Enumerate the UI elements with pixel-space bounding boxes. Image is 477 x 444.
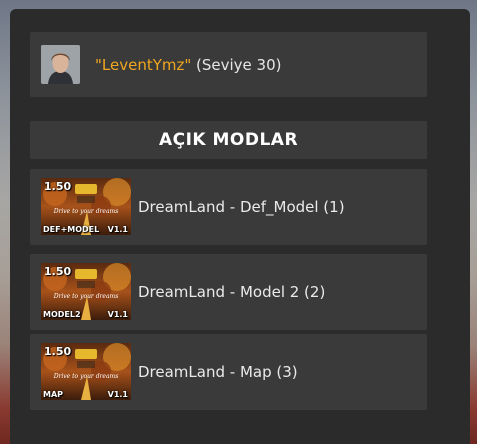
- thumb-version: 1.50: [44, 345, 72, 358]
- mod-item-2[interactable]: Drive to your dreams 1.50 MODEL2 V1.1 Dr…: [30, 254, 427, 330]
- profile-text: "LeventYmz" (Seviye 30): [95, 56, 282, 74]
- profile-card: "LeventYmz" (Seviye 30): [30, 32, 427, 97]
- mod-thumbnail: Drive to your dreams 1.50 DEF+MODEL V1.1: [41, 178, 131, 235]
- svg-text:Drive to your dreams: Drive to your dreams: [53, 373, 119, 380]
- level-label: (Seviye 30): [191, 56, 282, 74]
- thumb-mod-version: V1.1: [107, 310, 128, 319]
- thumb-mod-version: V1.1: [107, 225, 128, 234]
- mod-thumbnail: Drive to your dreams 1.50 MAP V1.1: [41, 343, 131, 400]
- main-panel: "LeventYmz" (Seviye 30) AÇIK MODLAR Driv…: [10, 9, 470, 444]
- mod-name: DreamLand - Def_Model (1): [138, 198, 345, 216]
- username[interactable]: "LeventYmz": [95, 56, 191, 74]
- thumb-tag: MODEL2: [43, 310, 81, 319]
- mod-thumbnail: Drive to your dreams 1.50 MODEL2 V1.1: [41, 263, 131, 320]
- avatar: [41, 45, 80, 84]
- mod-name: DreamLand - Map (3): [138, 363, 298, 381]
- mod-item-1[interactable]: Drive to your dreams 1.50 DEF+MODEL V1.1…: [30, 169, 427, 245]
- mod-item-3[interactable]: Drive to your dreams 1.50 MAP V1.1 Dream…: [30, 334, 427, 410]
- mod-name: DreamLand - Model 2 (2): [138, 283, 326, 301]
- user-avatar-icon: [41, 45, 80, 84]
- section-title: AÇIK MODLAR: [30, 121, 427, 159]
- thumb-mod-version: V1.1: [107, 390, 128, 399]
- thumb-tag: MAP: [43, 390, 64, 399]
- thumb-version: 1.50: [44, 180, 72, 193]
- svg-text:Drive to your dreams: Drive to your dreams: [53, 293, 119, 300]
- svg-text:Drive to your dreams: Drive to your dreams: [53, 208, 119, 215]
- thumb-version: 1.50: [44, 265, 72, 278]
- thumb-tag: DEF+MODEL: [43, 225, 100, 234]
